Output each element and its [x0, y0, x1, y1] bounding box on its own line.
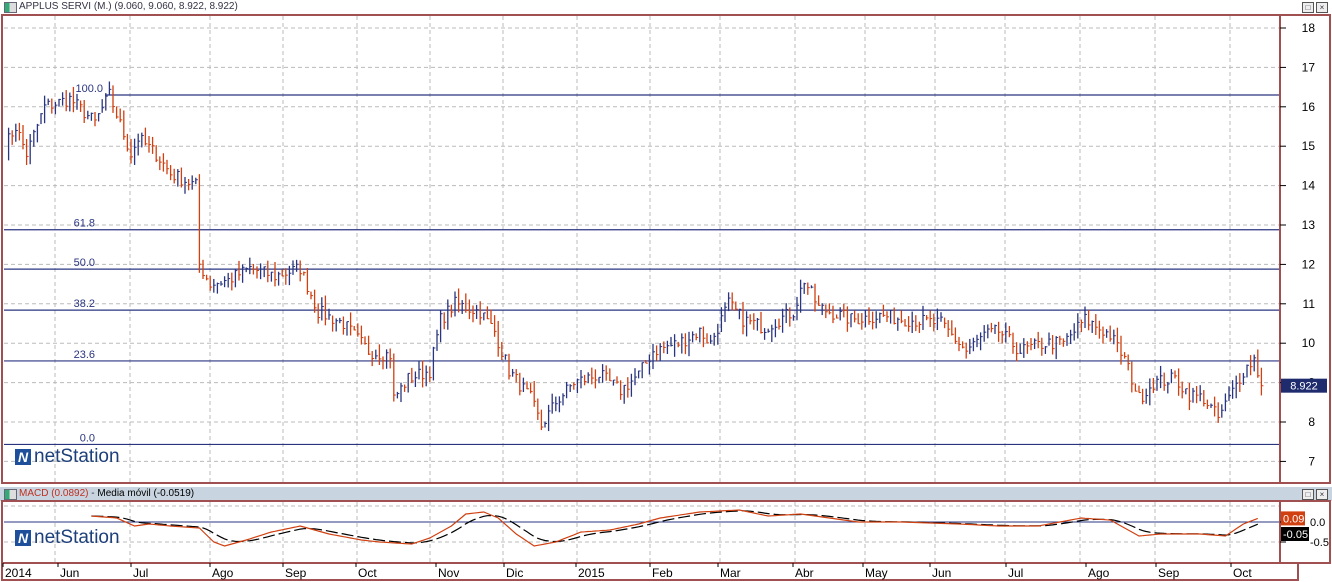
y-tick-label: 8	[1308, 415, 1315, 429]
y-tick-label: 16	[1302, 100, 1316, 114]
fib-label: 23.6	[74, 349, 95, 361]
x-tick-label: Oct	[358, 566, 377, 580]
x-tick-label: Nov	[438, 566, 459, 580]
x-tick-label: Jul	[1008, 566, 1023, 580]
x-tick-label: May	[865, 566, 888, 580]
y-tick-label: 7	[1308, 454, 1315, 468]
y-tick-label: 0.0	[1310, 517, 1325, 529]
y-tick-label: 12	[1302, 257, 1316, 271]
y-tick-label: 10	[1302, 336, 1316, 350]
x-tick-label: Jun	[932, 566, 951, 580]
x-tick-label: Dic	[506, 566, 523, 580]
y-tick-label: 18	[1302, 21, 1316, 35]
x-tick-label: Ago	[212, 566, 234, 580]
fib-label: 100.0	[75, 83, 103, 95]
last-price-label: 8.922	[1290, 381, 1318, 393]
fib-label: 61.8	[74, 218, 95, 230]
fib-label: 0.0	[80, 432, 95, 444]
x-tick-label: Mar	[720, 566, 741, 580]
x-tick-label: 2014	[5, 566, 32, 580]
y-tick-label: 11	[1303, 297, 1316, 311]
y-tick-label: -0.5	[1310, 537, 1329, 549]
macd-value-label: 0.09	[1283, 513, 1304, 525]
fib-label: 38.2	[74, 298, 95, 310]
netstation-logo: NnetStation	[15, 527, 120, 549]
x-tick-label: 2015	[578, 566, 605, 580]
fib-label: 50.0	[74, 257, 95, 269]
x-tick-label: Ago	[1088, 566, 1110, 580]
x-tick-label: Feb	[652, 566, 673, 580]
x-tick-label: Jul	[133, 566, 148, 580]
x-tick-label: Sep	[285, 566, 307, 580]
main-frame	[1, 14, 1331, 484]
y-tick-label: 15	[1302, 139, 1316, 153]
x-tick-label: Oct	[1233, 566, 1252, 580]
x-tick-label: Abr	[795, 566, 814, 580]
y-tick-label: 17	[1302, 60, 1316, 74]
netstation-logo-icon: N	[15, 449, 31, 465]
y-tick-label: 13	[1302, 218, 1316, 232]
macd-line	[91, 509, 1259, 547]
x-tick-label: Jun	[60, 566, 79, 580]
price-chart[interactable]: 181716151413121110987100.061.850.038.223…	[0, 0, 1332, 582]
signal-value-label: -0.05	[1283, 529, 1308, 541]
netstation-logo-icon: N	[15, 530, 31, 546]
netstation-logo: NnetStation	[15, 446, 120, 468]
x-tick-label: Sep	[1158, 566, 1180, 580]
y-tick-label: 14	[1302, 179, 1316, 193]
